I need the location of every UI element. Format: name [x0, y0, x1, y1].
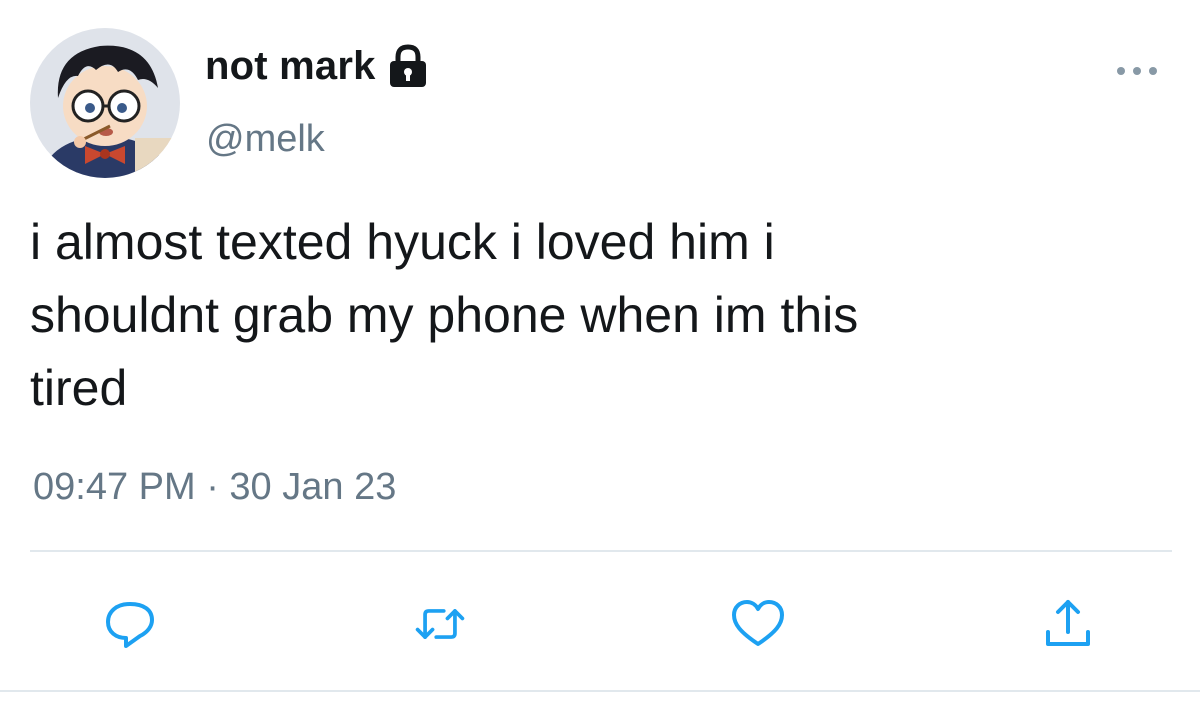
user-handle[interactable]: @melk: [206, 118, 325, 161]
divider: [30, 550, 1172, 552]
lock-icon: [386, 43, 430, 89]
display-name[interactable]: not mark: [205, 44, 376, 89]
like-button[interactable]: [730, 596, 786, 652]
tweet-timestamp[interactable]: 09:47 PM · 30 Jan 23: [33, 466, 396, 509]
tweet-text-line: i almost texted hyuck i loved him i: [30, 214, 775, 270]
tweet-text-line: tired: [30, 360, 128, 416]
heart-icon: [732, 600, 784, 646]
reply-icon: [106, 602, 154, 648]
avatar-image: [30, 28, 180, 178]
tweet-text-line: shouldnt grab my phone when im this: [30, 287, 859, 343]
share-button[interactable]: [1040, 596, 1096, 652]
more-icon: [1117, 67, 1157, 75]
divider: [0, 690, 1200, 692]
display-name-row: not mark: [205, 40, 430, 92]
reply-button[interactable]: [102, 596, 158, 652]
retweet-button[interactable]: [412, 596, 468, 652]
tweet-text: i almost texted hyuck i loved him i shou…: [30, 206, 1160, 425]
share-icon: [1046, 600, 1090, 646]
tweet-card: not mark @melk i almost texted hyuck i l…: [0, 0, 1200, 710]
retweet-icon: [415, 609, 465, 639]
avatar[interactable]: [30, 28, 180, 178]
more-options-button[interactable]: [1112, 56, 1162, 86]
